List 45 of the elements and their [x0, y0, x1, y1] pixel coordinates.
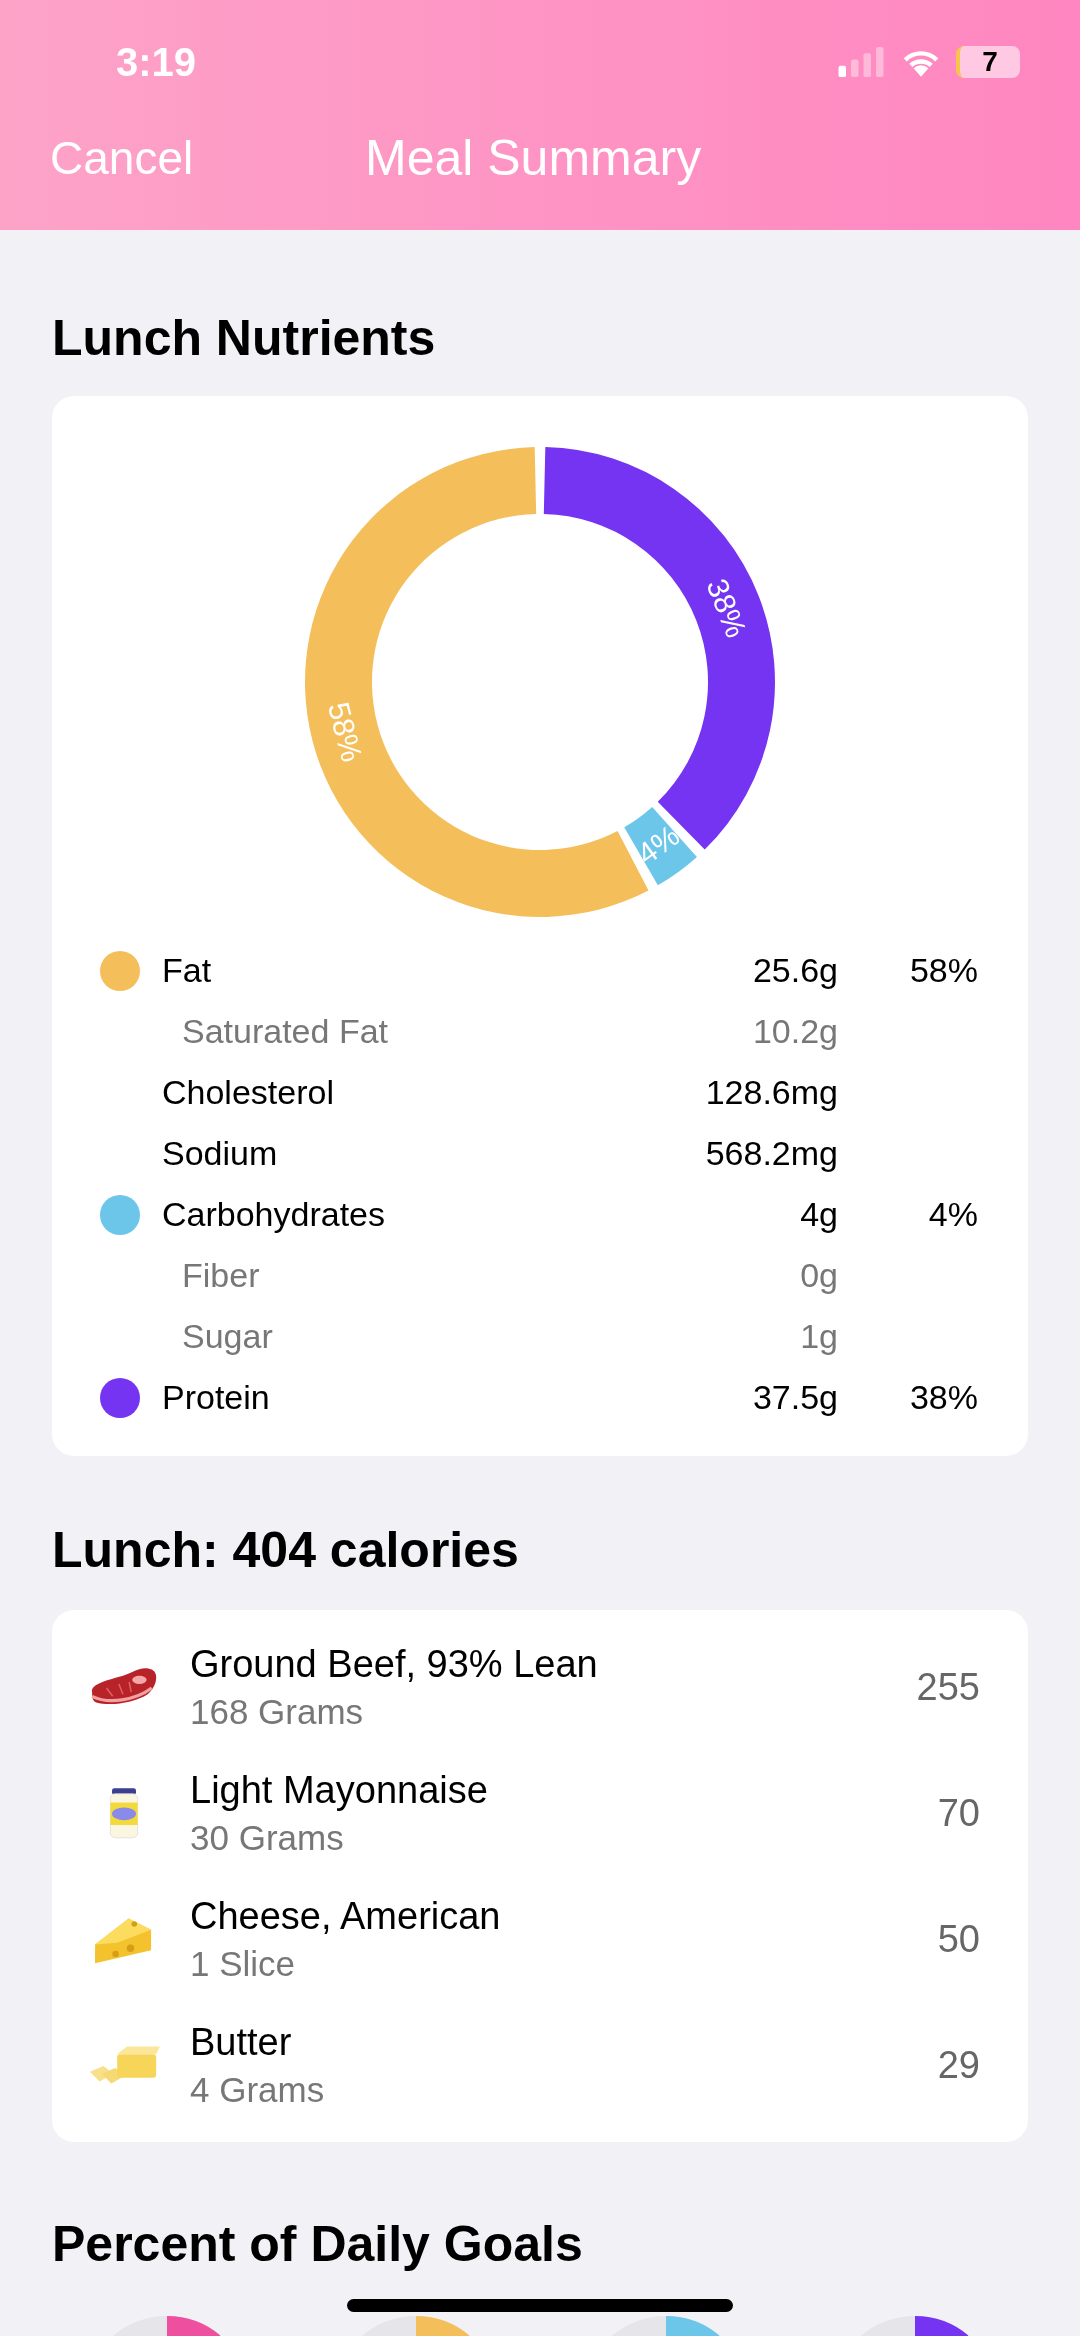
nutrient-name: Fat [162, 951, 213, 990]
food-calories: 255 [916, 1665, 980, 1709]
nutrient-amount: 4g [799, 1195, 838, 1234]
nutrient-amount: 1g [799, 1317, 838, 1356]
food-row[interactable]: Light Mayonnaise 30 Grams 70 [52, 1750, 1028, 1876]
food-serving: 4 Grams [190, 2069, 326, 2110]
section-heading: Lunch Nutrients [52, 309, 437, 368]
food-serving: 168 Grams [190, 1691, 365, 1732]
food-name: Light Mayonnaise [190, 1768, 489, 1812]
food-row[interactable]: Cheese, American 1 Slice 50 [52, 1876, 1028, 2002]
nutrient-percent: 38% [909, 1378, 978, 1416]
food-name: Cheese, American [190, 1894, 502, 1938]
nutrient-amount: 37.5g [751, 1378, 838, 1417]
nutrient-name: Cholesterol [162, 1073, 335, 1112]
section-heading: Percent of Daily Goals [52, 2215, 584, 2274]
food-name: Butter [190, 2020, 293, 2064]
food-calories: 50 [937, 1917, 980, 1961]
signal-icon [836, 47, 886, 77]
nutrient-name: Sodium [162, 1134, 279, 1173]
slice-label: 58% [321, 698, 369, 766]
nutrient-amount: 568.2mg [704, 1134, 838, 1173]
section-heading: Lunch: 404 calories [52, 1521, 520, 1580]
nutrient-name: Sugar [182, 1317, 274, 1356]
food-name: Ground Beef, 93% Lean [190, 1642, 599, 1686]
battery-indicator: 7 [956, 46, 1020, 78]
nutrient-amount: 0g [799, 1256, 838, 1295]
food-serving: 1 Slice [190, 1943, 297, 1984]
food-row[interactable]: Butter 4 Grams 29 [52, 2002, 1028, 2128]
slice-label: 4% [630, 818, 686, 871]
status-time: 3:19 [116, 39, 197, 85]
nutrient-percent: 4% [928, 1195, 978, 1233]
screen-title: Meal Summary [365, 129, 702, 187]
nutrient-name: Protein [162, 1378, 271, 1417]
nutrient-percent: 58% [909, 951, 978, 989]
food-serving: 30 Grams [190, 1817, 345, 1858]
nutrient-name: Fiber [182, 1256, 261, 1295]
nutrient-amount: 25.6g [751, 951, 838, 990]
nutrient-amount: 128.6mg [704, 1073, 838, 1112]
food-calories: 70 [937, 1791, 980, 1835]
nutrient-name: Saturated Fat [182, 1012, 389, 1051]
nutrient-name: Carbohydrates [162, 1195, 386, 1234]
slice-label: 38% [700, 574, 754, 642]
nutrient-amount: 10.2g [751, 1012, 838, 1051]
food-row[interactable]: Ground Beef, 93% Lean 168 Grams 255 [52, 1624, 1028, 1750]
food-calories: 29 [937, 2043, 980, 2087]
